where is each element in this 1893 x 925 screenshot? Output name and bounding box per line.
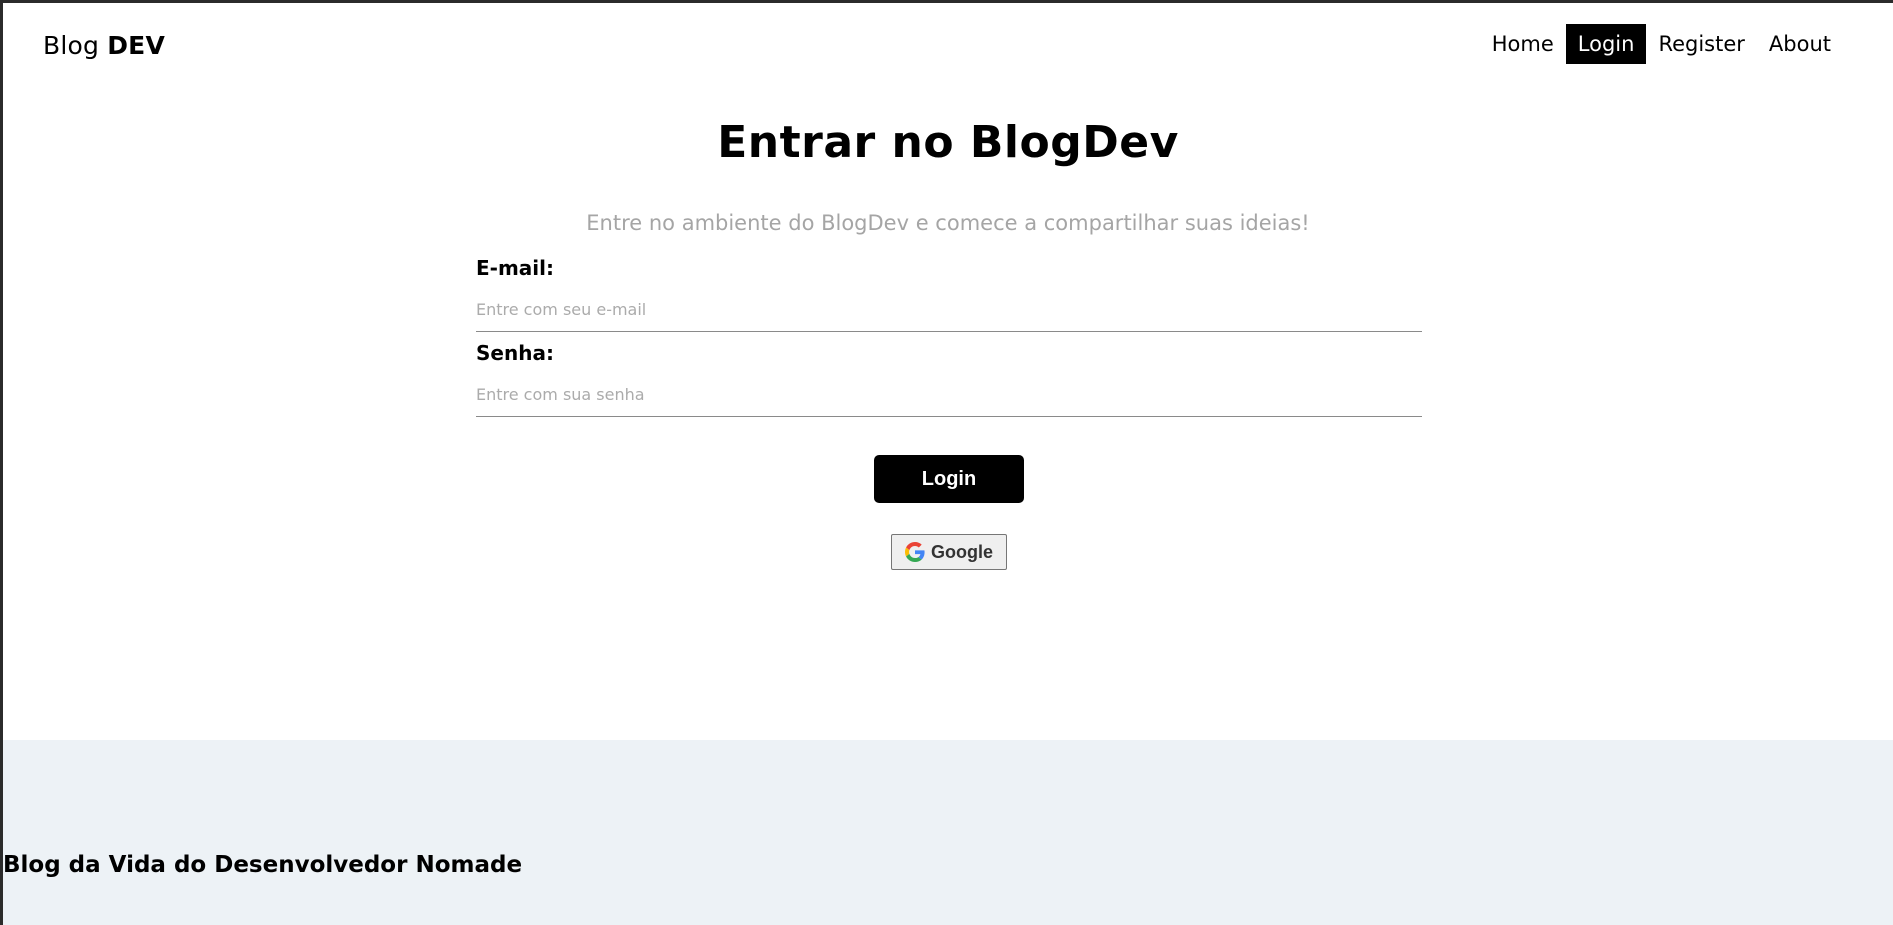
password-input[interactable] — [476, 372, 1422, 417]
brand-logo[interactable]: Blog DEV — [43, 31, 165, 60]
email-input[interactable] — [476, 287, 1422, 332]
google-login-button[interactable]: Google — [891, 534, 1007, 570]
google-icon — [905, 542, 925, 562]
nav-link-login[interactable]: Login — [1565, 24, 1647, 64]
footer-text: Blog da Vida do Desenvolvedor Nomade — [3, 852, 523, 878]
login-form: E-mail: Senha: — [476, 255, 1422, 425]
page-title: Entrar no BlogDev — [717, 117, 1179, 168]
nav-link-home[interactable]: Home — [1480, 24, 1566, 64]
google-button-label: Google — [931, 541, 993, 562]
nav-link-about[interactable]: About — [1757, 24, 1843, 64]
main-content: Entrar no BlogDev Entre no ambiente do B… — [3, 87, 1893, 743]
brand-strong: DEV — [107, 31, 165, 60]
page: Blog DEV Home Login Register About Entra… — [3, 3, 1893, 925]
login-button[interactable]: Login — [874, 455, 1024, 503]
page-subtitle: Entre no ambiente do BlogDev e comece a … — [586, 211, 1310, 235]
nav-links: Home Login Register About — [1480, 24, 1843, 64]
footer: Blog da Vida do Desenvolvedor Nomade — [3, 740, 1893, 925]
brand-prefix: Blog — [43, 31, 100, 60]
navbar: Blog DEV Home Login Register About — [3, 3, 1893, 87]
email-label: E-mail: — [476, 256, 555, 280]
nav-link-register[interactable]: Register — [1646, 24, 1756, 64]
password-label: Senha: — [476, 341, 554, 365]
